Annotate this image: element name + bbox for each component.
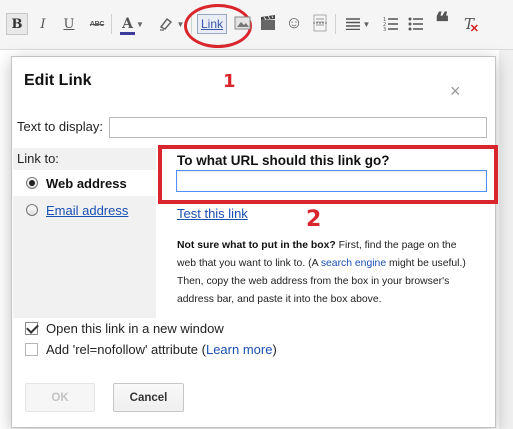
ok-button[interactable]: OK	[25, 383, 95, 412]
email-address-radio[interactable]	[26, 204, 38, 216]
annotation-marker-1: 1	[223, 71, 236, 92]
text-to-display-input[interactable]	[109, 117, 487, 138]
email-address-link[interactable]: Email address	[46, 203, 128, 218]
alignment-button[interactable]: ▼	[342, 13, 374, 35]
help-line2a: web that you want to link to. (A	[177, 258, 321, 269]
learn-more-link[interactable]: Learn more	[206, 342, 272, 357]
web-address-label: Web address	[46, 175, 127, 191]
close-icon[interactable]: ×	[450, 82, 461, 100]
text-color-button[interactable]: A ▼	[117, 12, 149, 36]
strikethrough-button[interactable]: ABC	[86, 13, 108, 35]
editor-toolbar: B I U ABC A ▼ ▼ Link ☺ ▼ 1 2 3 ❝ T ✕	[0, 0, 513, 50]
cancel-button[interactable]: Cancel	[113, 383, 184, 412]
jump-break-icon	[313, 14, 327, 32]
numbered-list-icon: 1 2 3	[383, 17, 398, 32]
text-to-display-label: Text to display:	[17, 119, 103, 134]
help-bold: Not sure what to put in the box?	[177, 240, 336, 251]
edit-link-dialog: Edit Link 1 × Text to display: Link to: …	[11, 56, 498, 428]
underline-button[interactable]: U	[60, 13, 78, 35]
remove-formatting-button[interactable]: T ✕	[458, 12, 480, 36]
url-input[interactable]	[176, 170, 487, 192]
insert-image-button[interactable]	[234, 14, 252, 32]
image-icon	[234, 16, 251, 30]
link-type-panel: Link to: Web address Email address	[13, 148, 156, 318]
red-x-icon: ✕	[469, 22, 479, 35]
open-new-window-label: Open this link in a new window	[46, 321, 224, 336]
help-line1: First, find the page on the	[335, 240, 457, 251]
help-line3: Then, copy the web address from the box …	[177, 276, 450, 287]
bulleted-list-button[interactable]	[406, 13, 426, 35]
toolbar-divider	[111, 14, 112, 34]
search-engine-link[interactable]: search engine	[321, 258, 386, 269]
nofollow-checkbox[interactable]	[25, 343, 38, 356]
web-address-option[interactable]: Web address	[13, 170, 156, 196]
help-line2b: might be useful.)	[386, 258, 466, 269]
video-clapper-icon	[261, 15, 275, 30]
insert-video-button[interactable]	[259, 14, 277, 32]
nofollow-checkbox-row[interactable]: Add 'rel=nofollow' attribute (Learn more…	[25, 342, 277, 357]
test-this-link[interactable]: Test this link	[177, 206, 248, 221]
email-address-option[interactable]: Email address	[13, 197, 156, 223]
quote-button[interactable]: ❝	[432, 8, 452, 38]
url-question-label: To what URL should this link go?	[177, 153, 390, 168]
chevron-down-icon: ▼	[362, 19, 371, 29]
nofollow-label: Add 'rel=nofollow' attribute (	[46, 342, 206, 357]
annotation-marker-2: 2	[306, 207, 322, 232]
web-address-radio[interactable]	[26, 177, 38, 189]
insert-jump-break-button[interactable]	[311, 13, 329, 33]
link-to-label: Link to:	[17, 151, 59, 166]
help-line4: address bar, and paste it into the box a…	[177, 294, 382, 305]
chevron-down-icon: ▼	[135, 19, 144, 29]
text-color-icon: A	[120, 16, 135, 35]
strikethrough-label: ABC	[89, 20, 105, 28]
svg-text:3: 3	[383, 27, 386, 32]
dialog-title: Edit Link	[24, 72, 92, 89]
open-new-window-checkbox-row[interactable]: Open this link in a new window	[25, 321, 224, 336]
numbered-list-button[interactable]: 1 2 3	[381, 13, 401, 35]
smiley-icon: ☺	[285, 13, 303, 32]
bold-button[interactable]: B	[6, 13, 28, 35]
open-new-window-checkbox[interactable]	[25, 322, 38, 335]
quote-icon: ❝	[435, 8, 449, 38]
highlighter-icon	[159, 17, 172, 31]
align-justify-icon	[345, 18, 360, 30]
bulleted-list-icon	[408, 17, 423, 31]
insert-emoji-button[interactable]: ☺	[284, 13, 304, 33]
highlight-color-button[interactable]: ▼	[155, 12, 187, 36]
nofollow-label-end: )	[272, 342, 277, 357]
italic-button[interactable]: I	[34, 13, 52, 35]
background-page-edge	[499, 50, 513, 429]
toolbar-divider	[335, 14, 336, 34]
help-text: Not sure what to put in the box? First, …	[177, 237, 492, 309]
